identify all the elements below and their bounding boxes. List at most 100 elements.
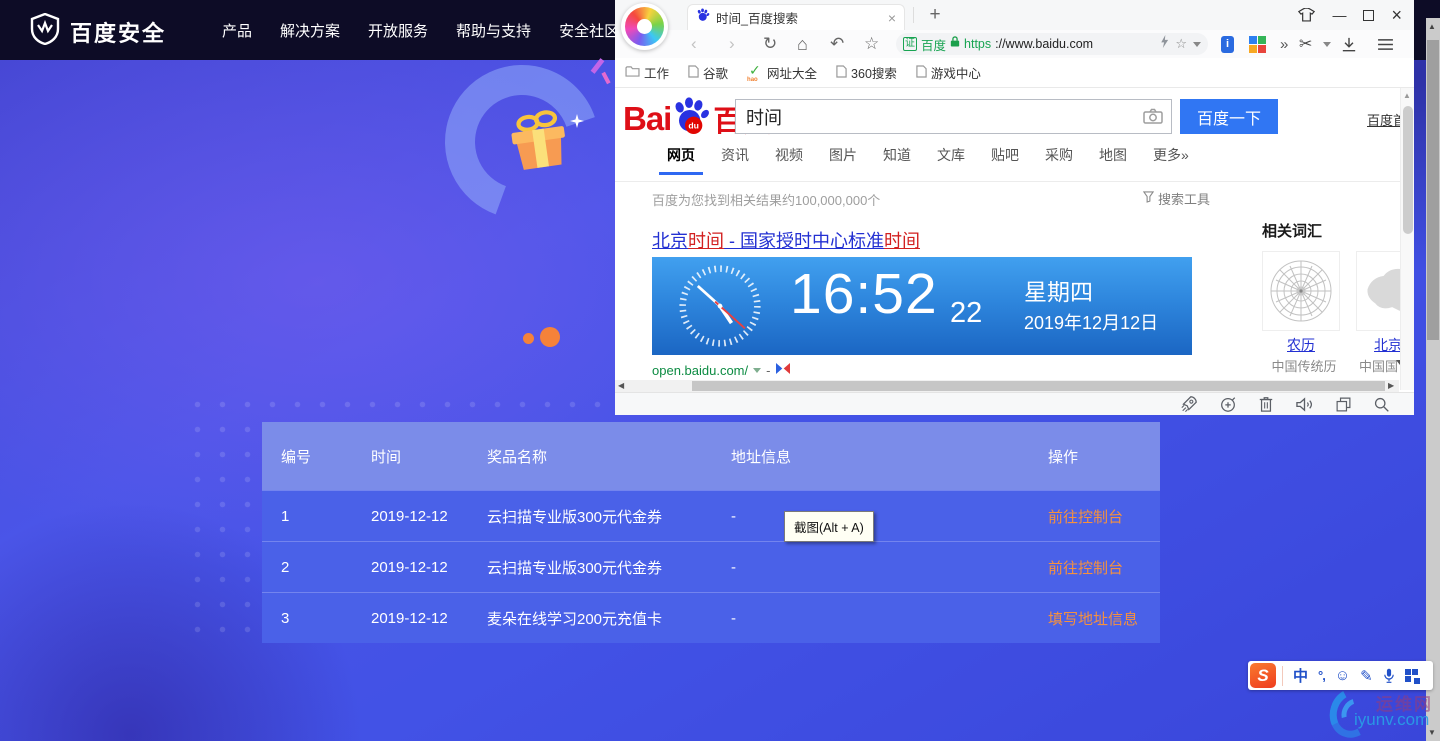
maximize-button[interactable]: [1363, 10, 1374, 21]
scroll-up-icon[interactable]: ▲: [1428, 22, 1436, 31]
new-tab-button[interactable]: +: [923, 2, 947, 28]
folder-icon: [625, 65, 640, 80]
back-icon[interactable]: ‹: [691, 30, 697, 58]
toolbar-overflow-icon[interactable]: »: [1280, 30, 1288, 58]
tab-wenku[interactable]: 文库: [937, 145, 965, 165]
baidu-search-button[interactable]: 百度一下: [1180, 99, 1278, 134]
col-header-address: 地址信息: [731, 446, 1048, 467]
bookmark-star-icon[interactable]: ☆: [1175, 36, 1187, 52]
tab-tieba[interactable]: 贴吧: [991, 145, 1019, 165]
microphone-icon[interactable]: [1383, 668, 1395, 684]
tab-close-icon[interactable]: ×: [888, 10, 896, 26]
page-scroll-thumb[interactable]: [1427, 40, 1439, 340]
action-link-console[interactable]: 前往控制台: [1048, 506, 1160, 527]
skin-shirt-icon[interactable]: [1298, 8, 1315, 22]
refresh-icon[interactable]: ↻: [763, 30, 777, 58]
page-scrollbar[interactable]: ▲ ▼: [1426, 18, 1440, 741]
sogou-logo-icon[interactable]: S: [1250, 663, 1276, 688]
scissors-dropdown-icon[interactable]: [1323, 30, 1331, 58]
address-bar[interactable]: 证 百度 https ://www.baidu.com ☆: [896, 33, 1208, 55]
nav-item-open-services[interactable]: 开放服务: [368, 20, 428, 41]
screenshot-scissors-icon[interactable]: ✂: [1299, 30, 1312, 58]
ime-toolbox-grid-icon[interactable]: [1405, 669, 1419, 683]
tab-images[interactable]: 图片: [829, 145, 857, 165]
scroll-left-icon[interactable]: ◀: [618, 381, 624, 390]
cell-address: -: [731, 610, 1048, 627]
search-input[interactable]: [735, 99, 1172, 134]
time-widget-card: 16:52 22 星期四 2019年12月12日: [652, 257, 1192, 355]
bowtie-rating-icon[interactable]: [775, 362, 791, 378]
nav-item-help-support[interactable]: 帮助与支持: [456, 20, 531, 41]
scroll-up-icon[interactable]: ▲: [1403, 91, 1411, 100]
url-dropdown-icon[interactable]: [753, 368, 761, 373]
restore-tab-icon[interactable]: ↶: [830, 30, 844, 58]
restore-window-icon[interactable]: [1335, 396, 1352, 413]
extension-notes-icon[interactable]: i: [1221, 30, 1234, 58]
minimize-button[interactable]: —: [1332, 7, 1346, 23]
tab-web[interactable]: 网页: [667, 145, 695, 165]
browser-logo-icon[interactable]: [621, 3, 668, 50]
favorites-star-icon[interactable]: ☆: [864, 30, 879, 58]
cell-address: -: [731, 508, 1048, 525]
ime-mode-chinese[interactable]: 中: [1293, 665, 1308, 686]
orange-dot-large: [540, 327, 560, 347]
site-brand[interactable]: 百度安全: [30, 13, 166, 50]
serp-tabs: 网页 资讯 视频 图片 知道 文库 贴吧 采购 地图 更多»: [667, 145, 1189, 165]
volume-mute-icon[interactable]: [1295, 396, 1314, 413]
cell-id: 2: [281, 559, 371, 576]
speed-mode-icon[interactable]: [1219, 395, 1237, 413]
tab-news[interactable]: 资讯: [721, 145, 749, 165]
bookmark-360-search[interactable]: 360搜索: [836, 63, 897, 82]
apps-grid-icon[interactable]: [1249, 30, 1266, 58]
vertical-scrollbar[interactable]: ▲: [1400, 88, 1414, 390]
nav-item-products[interactable]: 产品: [222, 20, 252, 41]
cell-address: -: [731, 559, 1048, 576]
bookmark-label: 谷歌: [703, 63, 728, 82]
tab-video[interactable]: 视频: [775, 145, 803, 165]
cert-badge-icon: 证: [903, 37, 917, 51]
rocket-boost-icon[interactable]: [1180, 395, 1198, 413]
tab-zhidao[interactable]: 知道: [883, 145, 911, 165]
address-dropdown-icon[interactable]: [1193, 42, 1201, 47]
result-title-link[interactable]: 北京时间 - 国家授时中心标准时间: [652, 227, 920, 253]
window-controls: — ×: [1298, 0, 1402, 30]
tab-maps[interactable]: 地图: [1099, 145, 1127, 165]
search-tools-button[interactable]: 搜索工具: [1143, 189, 1210, 208]
bookmark-hao123[interactable]: ✓hao 网址大全: [747, 63, 817, 82]
result-url[interactable]: open.baidu.com/: [652, 363, 748, 378]
forward-icon[interactable]: ›: [729, 30, 735, 58]
horizontal-scrollbar[interactable]: ◀ ▶: [615, 380, 1399, 392]
close-window-button[interactable]: ×: [1391, 5, 1402, 26]
handwriting-pencil-icon[interactable]: ✎: [1360, 667, 1373, 685]
browser-tab[interactable]: 时间_百度搜索 ×: [687, 4, 905, 30]
camera-icon[interactable]: [1143, 108, 1163, 129]
vertical-scroll-thumb[interactable]: [1403, 106, 1413, 234]
action-link-console[interactable]: 前往控制台: [1048, 557, 1160, 578]
tab-more[interactable]: 更多»: [1153, 145, 1189, 165]
horizontal-scroll-thumb[interactable]: [692, 381, 1385, 391]
scroll-down-icon[interactable]: ▼: [1428, 728, 1436, 737]
digital-time: 16:52: [790, 261, 938, 327]
nav-item-solutions[interactable]: 解决方案: [280, 20, 340, 41]
gift-box-illustration: [502, 104, 576, 178]
emoji-smiley-icon[interactable]: ☺: [1335, 667, 1350, 684]
bookmark-game-center[interactable]: 游戏中心: [916, 63, 981, 82]
bookmark-google[interactable]: 谷歌: [688, 63, 728, 82]
related-link-lunar[interactable]: 农历: [1262, 335, 1340, 355]
download-icon[interactable]: [1341, 30, 1357, 58]
magnifier-icon[interactable]: [1373, 396, 1390, 413]
title-part-highlight: 时间: [884, 231, 920, 251]
home-icon[interactable]: ⌂: [797, 30, 808, 58]
watermark-domain: iyunv.com: [1354, 710, 1429, 730]
cell-prize: 麦朵在线学习200元充值卡: [487, 608, 731, 629]
menu-hamburger-icon[interactable]: [1377, 30, 1394, 58]
bookmark-folder-work[interactable]: 工作: [625, 63, 669, 82]
related-card-lunar[interactable]: [1262, 251, 1340, 331]
trash-cleaner-icon[interactable]: [1258, 395, 1274, 413]
lightning-icon[interactable]: [1160, 35, 1169, 53]
scroll-right-icon[interactable]: ▶: [1388, 381, 1394, 390]
nav-item-security-community[interactable]: 安全社区: [559, 20, 619, 41]
action-link-fill-address[interactable]: 填写地址信息: [1048, 608, 1160, 629]
tab-caigou[interactable]: 采购: [1045, 145, 1073, 165]
ime-punctuation-icon[interactable]: °,: [1318, 668, 1325, 683]
